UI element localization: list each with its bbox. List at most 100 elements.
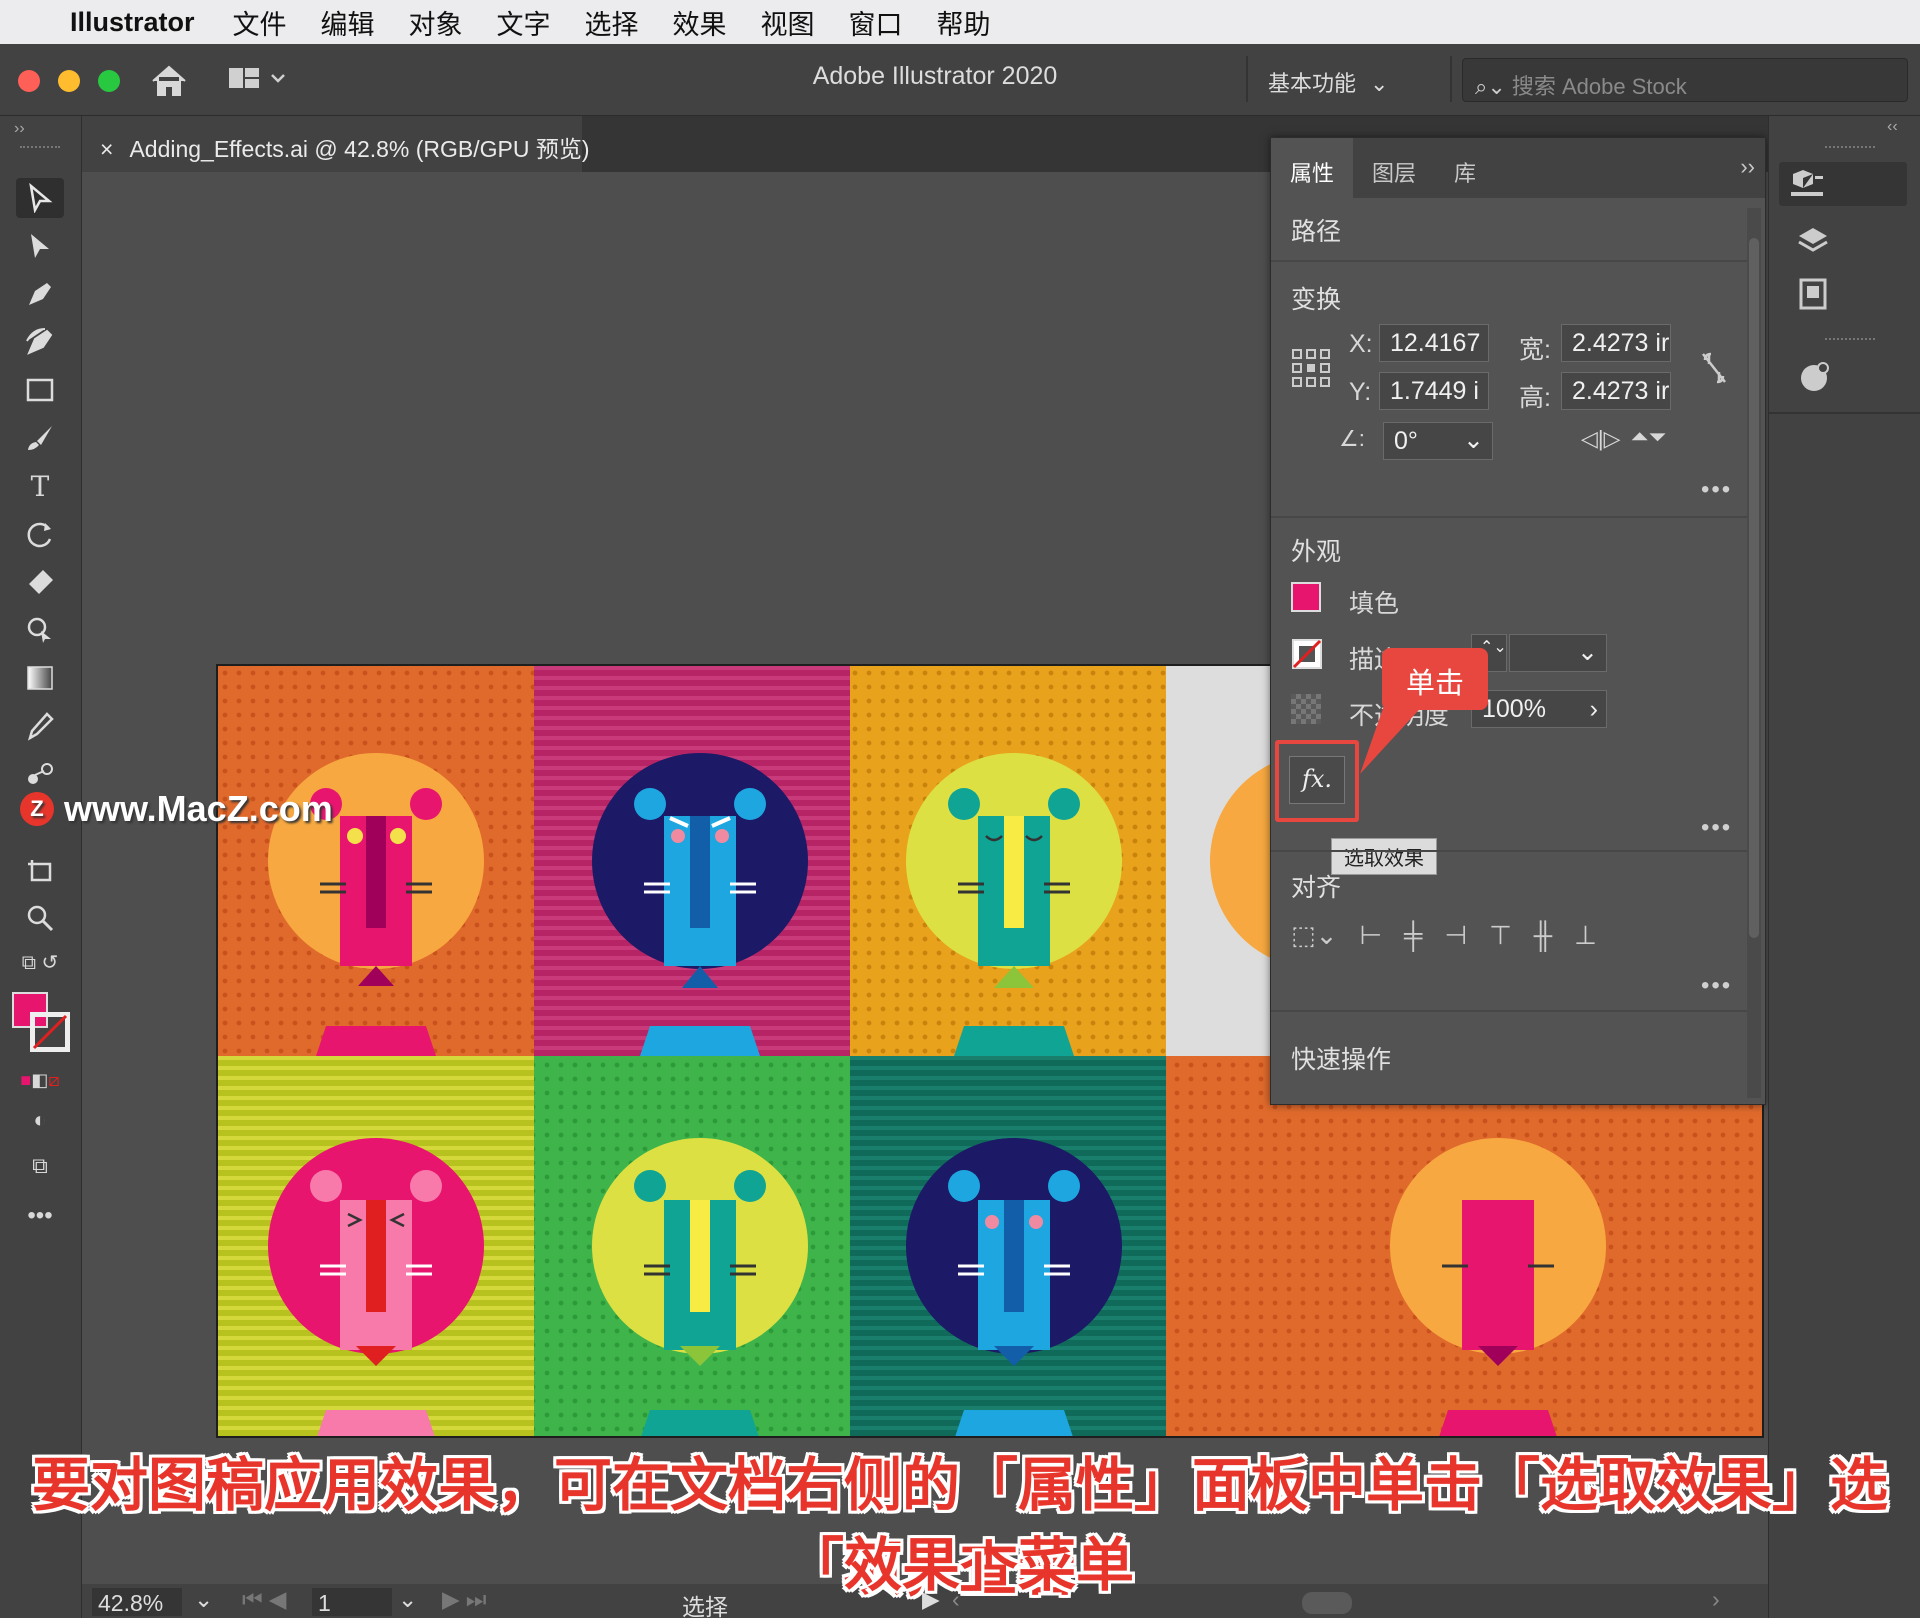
align-top-icon[interactable]: ⊤: [1489, 920, 1512, 951]
more-appearance-options-icon[interactable]: •••: [1701, 814, 1732, 842]
menu-edit[interactable]: 编辑: [321, 3, 375, 42]
angle-icon: ∠:: [1339, 426, 1365, 451]
align-bottom-icon[interactable]: ⊥: [1574, 920, 1597, 951]
workspace-label: 基本功能: [1268, 71, 1357, 96]
click-callout: 单击: [1382, 648, 1488, 710]
menu-help[interactable]: 帮助: [937, 3, 991, 42]
right-dock: ‹‹: [1768, 116, 1920, 1618]
width-label: 宽:: [1519, 336, 1551, 364]
more-tools-icon[interactable]: •••: [16, 1196, 64, 1236]
screen-mode-icon[interactable]: ⧉: [16, 1146, 64, 1186]
flip-horizontal-icon[interactable]: ◁|▷: [1581, 426, 1621, 452]
x-field[interactable]: 12.4167: [1379, 324, 1489, 362]
menu-select[interactable]: 选择: [585, 3, 639, 42]
align-buttons: ⬚⌄ ⊢ ╪ ⊣ ⊤ ╫ ⊥: [1291, 920, 1597, 951]
menu-effect[interactable]: 效果: [673, 3, 727, 42]
rotate-icon[interactable]: [16, 514, 64, 554]
menu-bar: Illustrator 文件 编辑 对象 文字 选择 效果 视图 窗口 帮助: [0, 0, 1920, 44]
properties-panel: 属性 图层 库 ›› 路径 变换 X: 12.4167 宽: 2.4273 ir…: [1270, 137, 1766, 1105]
watermark: Z www.MacZ.com: [20, 788, 333, 830]
chevron-down-icon: ⌄: [1463, 426, 1484, 454]
chevron-right-icon: ›: [1589, 695, 1598, 723]
constrain-proportions-icon[interactable]: [1699, 350, 1729, 386]
workspace-switcher[interactable]: 基本功能 ⌄: [1268, 66, 1388, 98]
eraser-icon[interactable]: [16, 562, 64, 602]
libraries-dock-icon[interactable]: [1795, 276, 1831, 312]
collapse-panel-icon[interactable]: ››: [14, 120, 25, 138]
macz-logo-icon: Z: [20, 792, 54, 826]
stock-search-field[interactable]: ⌕⌄ 搜索 Adobe Stock: [1462, 58, 1908, 102]
y-label: Y:: [1349, 378, 1372, 406]
collapse-dock-icon[interactable]: ‹‹: [1887, 118, 1898, 136]
align-heading: 对齐: [1291, 874, 1342, 902]
panel-scrollbar[interactable]: [1747, 208, 1761, 1098]
flip-vertical-icon[interactable]: ⏶⏷: [1631, 424, 1666, 450]
tab-layers[interactable]: 图层: [1353, 138, 1435, 198]
fx-tooltip: 选取效果: [1331, 838, 1437, 875]
transform-heading: 变换: [1291, 286, 1342, 314]
stroke-swatch[interactable]: [30, 1012, 70, 1052]
menu-view[interactable]: 视图: [761, 3, 815, 42]
tools-panel: ›› T ⧉ ↺ ■ ◧ ⧄ ◐ ⧉ •••: [0, 116, 82, 1618]
chevron-down-icon: ⌄: [1370, 71, 1389, 96]
caption-line-2: 「效果」菜单: [785, 1533, 1134, 1598]
menu-file[interactable]: 文件: [233, 3, 287, 42]
align-to-icon[interactable]: ⬚⌄: [1291, 920, 1337, 951]
eyedropper-icon[interactable]: [16, 706, 64, 746]
more-align-options-icon[interactable]: •••: [1701, 972, 1732, 1000]
paintbrush-icon[interactable]: [16, 418, 64, 458]
zoom-icon[interactable]: [16, 898, 64, 938]
swap-colors-icon[interactable]: ⧉ ↺: [16, 942, 64, 982]
panel-tabs: 属性 图层 库 ››: [1271, 138, 1765, 198]
stroke-color-swatch[interactable]: [1291, 638, 1323, 670]
pen-icon[interactable]: [16, 274, 64, 314]
menu-object[interactable]: 对象: [409, 3, 463, 42]
callout-pointer: [1360, 700, 1428, 774]
rectangle-icon[interactable]: [16, 370, 64, 410]
align-left-icon[interactable]: ⊢: [1359, 920, 1382, 951]
layers-dock-icon[interactable]: [1795, 224, 1831, 260]
y-field[interactable]: 1.7449 i: [1379, 372, 1489, 410]
quick-actions-heading: 快速操作: [1291, 1046, 1392, 1074]
type-icon[interactable]: T: [16, 466, 64, 506]
draw-mode-icon[interactable]: ◐: [16, 1100, 64, 1140]
direct-selection-icon[interactable]: [16, 226, 64, 266]
tab-properties[interactable]: 属性: [1271, 138, 1354, 198]
menu-type[interactable]: 文字: [497, 3, 551, 42]
height-field[interactable]: 2.4273 ir: [1561, 372, 1671, 410]
color-guide-dock-icon[interactable]: [1795, 358, 1833, 396]
app-menu[interactable]: Illustrator: [70, 7, 195, 38]
gradient-icon[interactable]: [16, 658, 64, 698]
color-mode-icon[interactable]: ■ ◧ ⧄: [16, 1060, 64, 1100]
properties-dock-icon[interactable]: [1779, 162, 1907, 206]
align-right-icon[interactable]: ⊣: [1444, 920, 1467, 951]
width-field[interactable]: 2.4273 ir: [1561, 324, 1671, 362]
rotation-value: 0°: [1394, 427, 1418, 455]
opacity-icon: [1291, 694, 1321, 724]
fill-color-swatch[interactable]: [1291, 582, 1321, 612]
rotation-field[interactable]: 0° ⌄: [1383, 422, 1493, 460]
selection-icon[interactable]: [16, 178, 64, 218]
more-transform-options-icon[interactable]: •••: [1701, 476, 1732, 504]
panel-menu-icon[interactable]: ››: [1730, 138, 1765, 198]
artboard-icon[interactable]: [16, 850, 64, 890]
chevron-down-icon: ⌄: [1577, 638, 1598, 666]
appearance-heading: 外观: [1291, 538, 1342, 566]
choose-effect-button[interactable]: fx.: [1289, 756, 1345, 804]
document-tab[interactable]: × Adding_Effects.ai @ 42.8% (RGB/GPU 预览): [82, 116, 590, 172]
shape-builder-icon[interactable]: [16, 610, 64, 650]
align-horizontal-center-icon[interactable]: ╪: [1404, 920, 1422, 951]
stock-search-placeholder: 搜索 Adobe Stock: [1511, 74, 1687, 99]
menu-window[interactable]: 窗口: [849, 3, 903, 42]
tab-libraries[interactable]: 库: [1435, 138, 1495, 198]
opacity-field[interactable]: 100% ›: [1471, 690, 1607, 728]
close-tab-icon[interactable]: ×: [100, 136, 113, 162]
curvature-icon[interactable]: [16, 322, 64, 362]
opacity-value: 100%: [1482, 695, 1546, 723]
object-type: 路径: [1291, 218, 1342, 246]
title-bar: Adobe Illustrator 2020 基本功能 ⌄ ⌕⌄ 搜索 Adobe…: [0, 44, 1920, 116]
stroke-weight-field[interactable]: ⌄: [1509, 634, 1607, 672]
align-vertical-center-icon[interactable]: ╫: [1534, 920, 1552, 951]
height-label: 高:: [1519, 384, 1551, 412]
reference-point-icon[interactable]: [1291, 348, 1331, 388]
